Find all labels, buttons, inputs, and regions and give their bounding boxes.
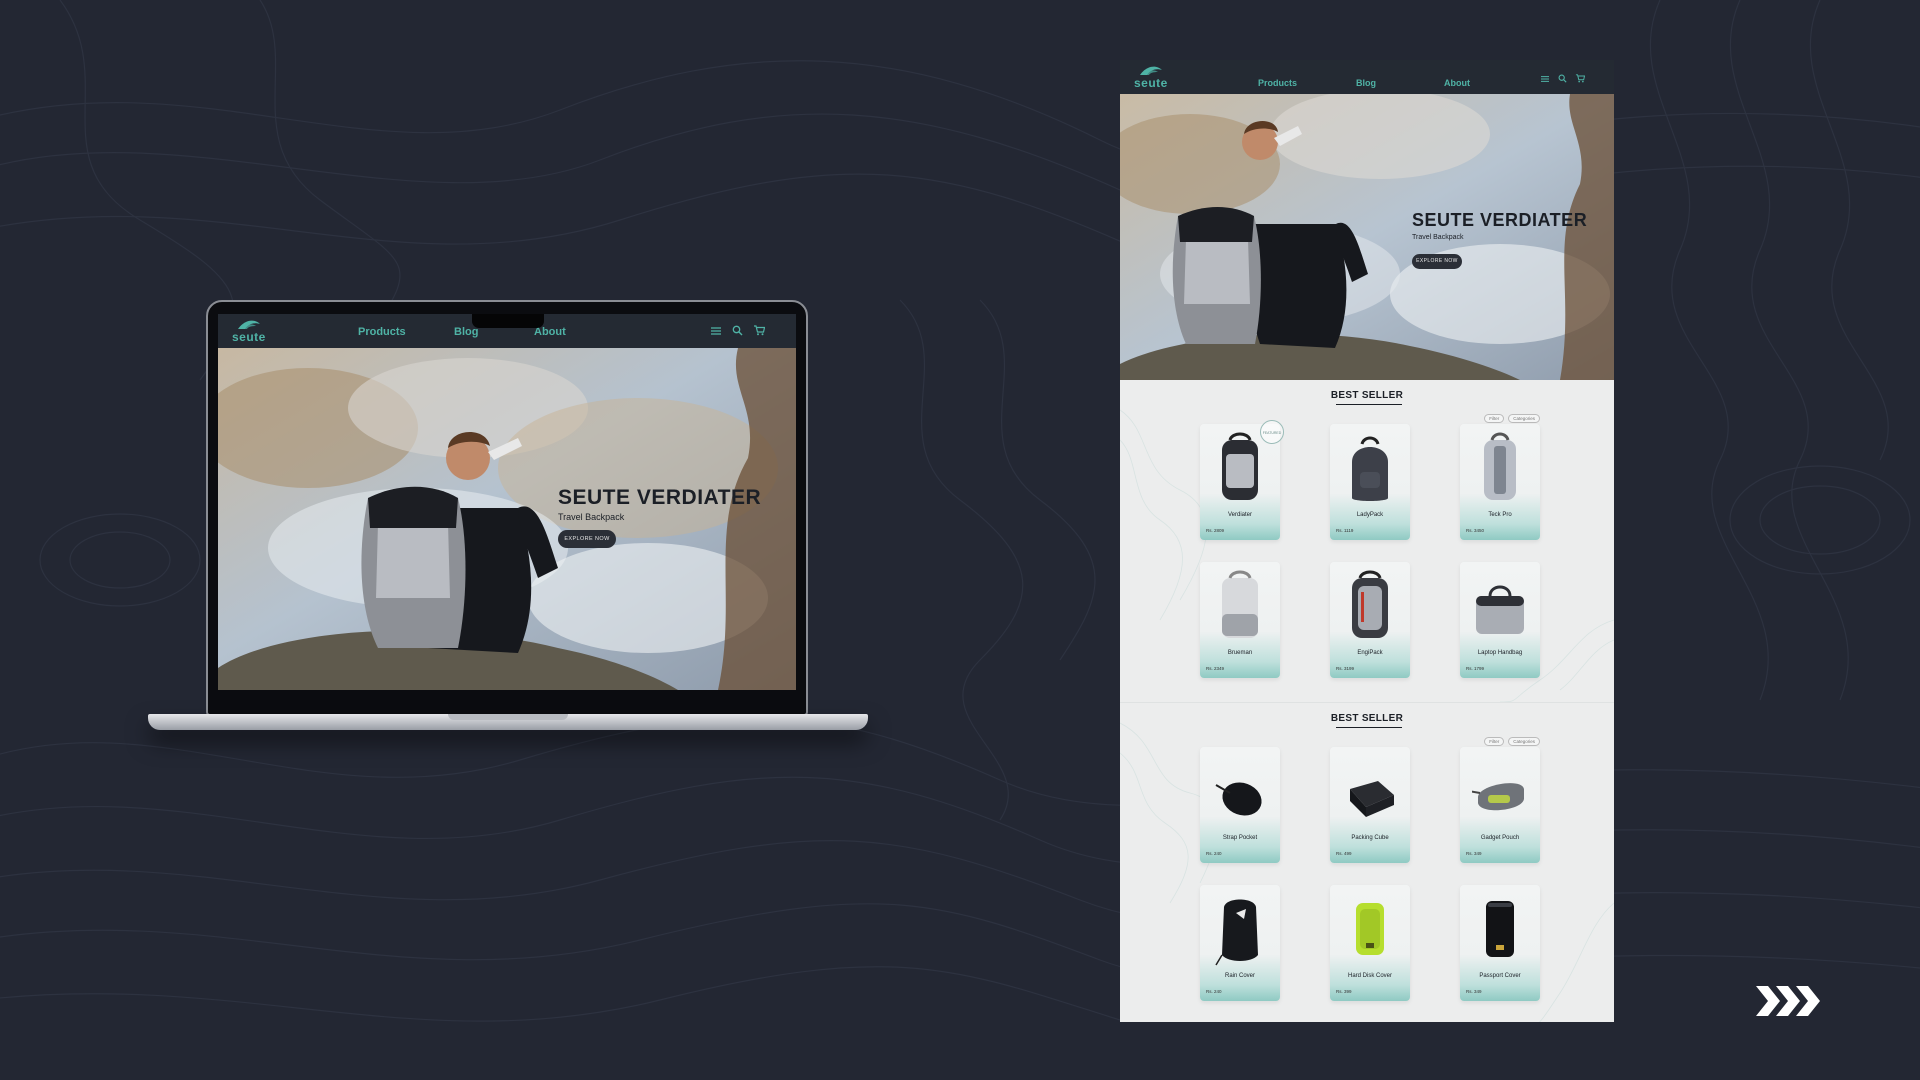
product-card[interactable]: Teck Pro Rs. 3450 [1460, 424, 1540, 540]
product-card[interactable]: FEATURED Verdiater Rs. 2809 [1200, 420, 1284, 540]
product-name: Rain Cover [1224, 973, 1255, 979]
product-card[interactable]: Passport Cover Rs. 349 [1460, 885, 1540, 1001]
nav-products[interactable]: Products [358, 326, 406, 338]
product-price: Rs. 2349 [1206, 666, 1225, 671]
site-navbar: seute Products Blog About [1120, 60, 1614, 94]
nav-about[interactable]: About [534, 326, 566, 338]
next-slide-arrows-icon[interactable] [1754, 984, 1824, 1018]
hero-subtitle: Travel Backpack [1412, 234, 1464, 241]
product-card[interactable]: Packing Cube Rs. 499 [1330, 747, 1410, 863]
menu-icon[interactable] [1540, 75, 1550, 83]
logo-text: seute [1134, 76, 1168, 90]
product-name: Brueman [1227, 650, 1253, 656]
logo-fin-icon [237, 320, 260, 329]
product-name: Gadget Pouch [1480, 835, 1520, 841]
categories-chip[interactable]: Categories [1508, 737, 1540, 746]
categories-chip[interactable]: Categories [1508, 414, 1540, 423]
camera-notch [472, 314, 544, 328]
product-price: Rs. 2809 [1206, 528, 1225, 533]
product-name: EngiPack [1357, 650, 1383, 656]
product-price: Rs. 349 [1466, 989, 1482, 994]
laptop-opening-notch [448, 714, 568, 720]
product-price: Rs. 1799 [1466, 666, 1485, 671]
explore-now-button[interactable]: EXPLORE NOW [558, 530, 616, 548]
hero-banner: SEUTE VERDIATER Travel Backpack EXPLORE … [218, 348, 796, 690]
cart-icon[interactable] [753, 325, 765, 336]
product-price: Rs. 499 [1336, 851, 1352, 856]
filter-chip[interactable]: Filter [1484, 737, 1505, 746]
passport-cover-icon [1486, 901, 1514, 957]
product-card[interactable]: Rain Cover Rs. 240 [1200, 885, 1280, 1001]
hero-banner: SEUTE VERDIATER Travel Backpack EXPLORE … [1120, 94, 1614, 380]
hero-title: SEUTE VERDIATER [1412, 210, 1588, 230]
rain-cover-icon [1215, 899, 1258, 966]
product-price: Rs. 3199 [1336, 666, 1355, 671]
product-card[interactable]: Strap Pocket Rs. 240 [1200, 747, 1280, 863]
nav-products[interactable]: Products [1258, 78, 1297, 88]
section-title: BEST SELLER [1330, 713, 1404, 724]
best-seller-section-bags: BEST SELLER Filter Categories FEATURED V… [1120, 380, 1614, 702]
filter-group: Filter Categories [1484, 414, 1540, 423]
backpack-icon [1222, 570, 1258, 638]
product-card[interactable]: Brueman Rs. 2349 [1200, 562, 1280, 678]
hero-photo-hiker [1120, 94, 1614, 380]
filter-chip[interactable]: Filter [1484, 414, 1505, 423]
nav-about[interactable]: About [1444, 78, 1470, 88]
hero-title: SEUTE VERDIATER [558, 486, 762, 509]
strap-pocket-icon [1215, 782, 1262, 816]
product-name: Packing Cube [1351, 835, 1389, 841]
nav-blog[interactable]: Blog [1356, 78, 1376, 88]
backpack-icon [1484, 432, 1516, 500]
product-name: Passport Cover [1479, 973, 1521, 979]
backpack-icon [1352, 570, 1388, 638]
site-logo[interactable]: seute [232, 318, 266, 344]
product-card[interactable]: Laptop Handbag Rs. 1799 [1460, 562, 1540, 678]
product-name: Hard Disk Cover [1347, 973, 1392, 979]
product-price: Rs. 240 [1206, 851, 1222, 856]
nav-blog[interactable]: Blog [454, 326, 478, 338]
product-price: Rs. 240 [1206, 989, 1222, 994]
search-icon[interactable] [1558, 74, 1567, 83]
product-price: Rs. 3450 [1466, 528, 1485, 533]
search-icon[interactable] [732, 325, 743, 336]
site-logo[interactable]: seute [1134, 64, 1168, 90]
backpack-icon [1222, 432, 1258, 500]
laptop-lid: seute Products Blog About SEUTE VERDIATE… [206, 300, 808, 716]
product-name: LadyPack [1356, 512, 1384, 518]
product-card[interactable]: EngiPack Rs. 3199 [1330, 562, 1410, 678]
logo-text: seute [232, 330, 266, 344]
laptop-screen: seute Products Blog About SEUTE VERDIATE… [218, 314, 796, 690]
nav-icon-group [710, 325, 765, 336]
gadget-pouch-icon [1472, 783, 1524, 811]
product-price: Rs. 399 [1336, 989, 1352, 994]
product-name: Teck Pro [1488, 512, 1512, 518]
product-card[interactable]: LadyPack Rs. 1119 [1330, 424, 1410, 540]
explore-now-button[interactable]: EXPLORE NOW [1412, 254, 1462, 269]
hero-photo-hiker [218, 348, 796, 690]
section-title-underline [1336, 727, 1402, 728]
product-price: Rs. 1119 [1336, 528, 1354, 533]
product-name: Laptop Handbag [1477, 650, 1523, 656]
logo-fin-icon [1139, 66, 1162, 75]
product-card[interactable]: Gadget Pouch Rs. 349 [1460, 747, 1540, 863]
best-seller-section-accessories: BEST SELLER Filter Categories Strap Pock… [1120, 702, 1614, 1022]
backpack-icon [1352, 436, 1388, 501]
laptop-bag-icon [1476, 585, 1524, 634]
laptop-base [148, 714, 868, 730]
website-page-mockup: seute Products Blog About SEUTE VERDIATE… [1120, 60, 1614, 1022]
cart-icon[interactable] [1575, 74, 1585, 83]
laptop-mockup: seute Products Blog About SEUTE VERDIATE… [148, 300, 868, 740]
section-title-underline [1336, 404, 1402, 405]
hero-subtitle: Travel Backpack [558, 512, 625, 522]
filter-group: Filter Categories [1484, 737, 1540, 746]
menu-icon[interactable] [710, 326, 722, 336]
product-price: Rs. 349 [1466, 851, 1482, 856]
nav-icon-group [1540, 74, 1585, 83]
product-name: Verdiater [1227, 512, 1252, 518]
packing-cube-icon [1350, 781, 1394, 817]
product-name: Strap Pocket [1222, 835, 1258, 841]
hard-disk-cover-icon [1356, 903, 1384, 955]
product-card[interactable]: Hard Disk Cover Rs. 399 [1330, 885, 1410, 1001]
section-title: BEST SELLER [1330, 390, 1404, 401]
